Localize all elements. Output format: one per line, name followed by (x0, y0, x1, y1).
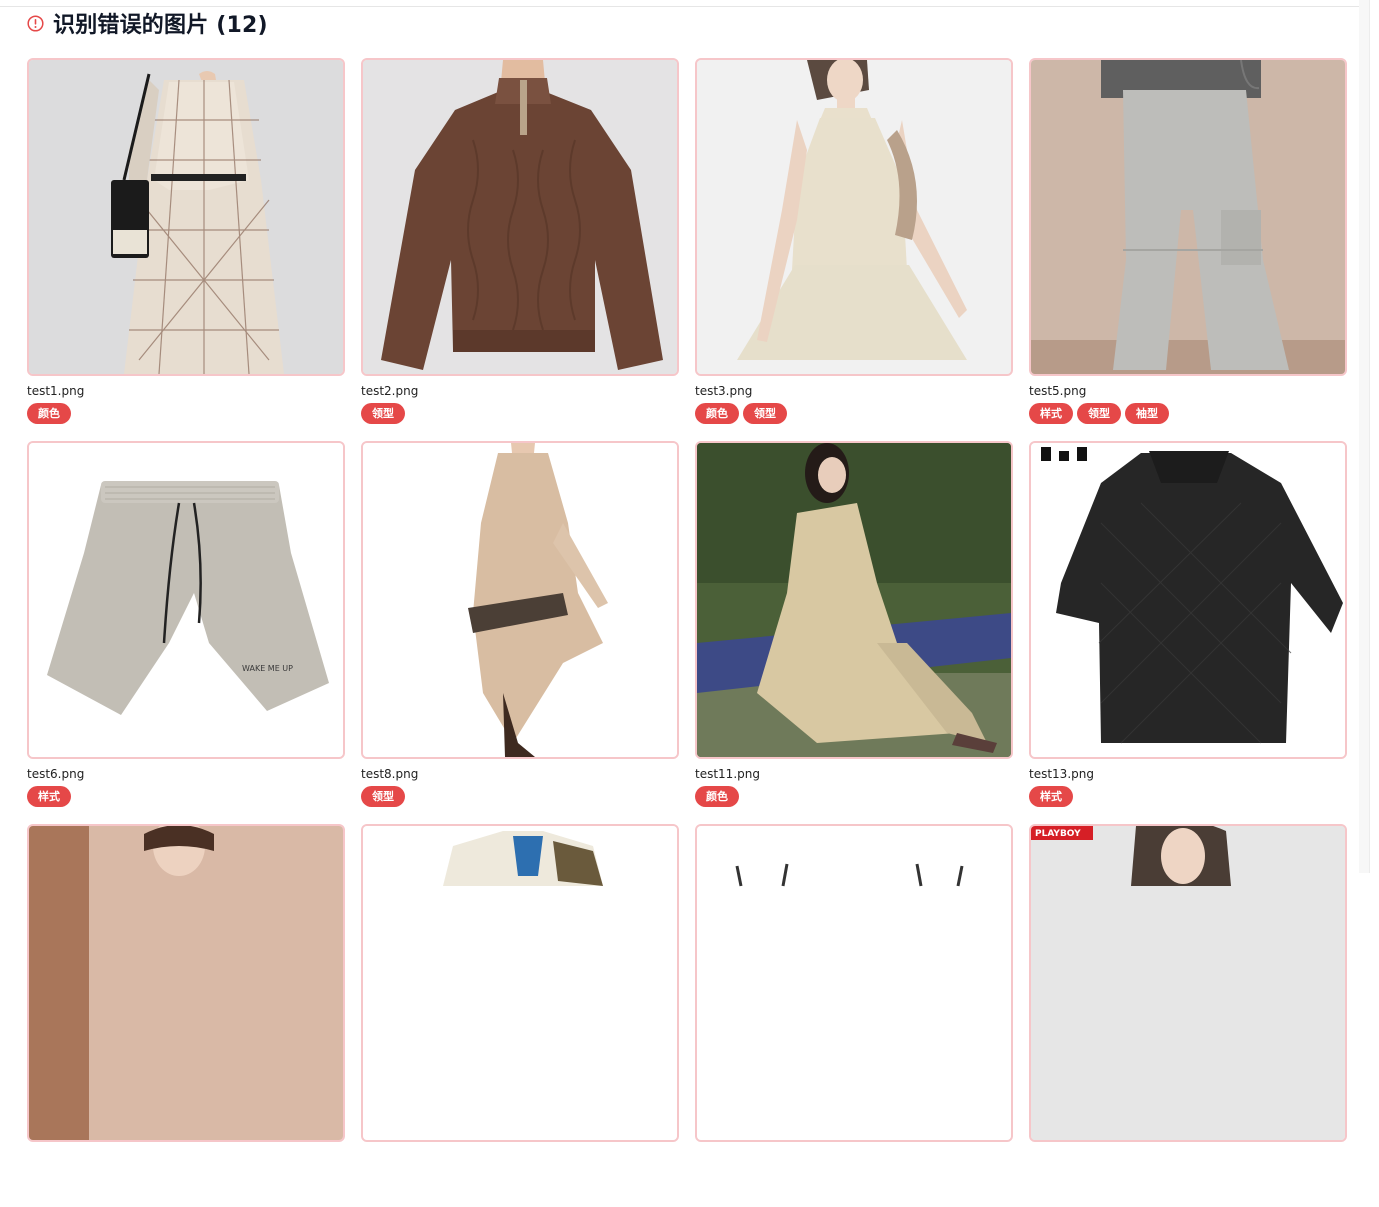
image-filename: test3.png (695, 384, 753, 398)
image-thumbnail[interactable] (361, 441, 679, 759)
image-filename: test11.png (695, 767, 760, 781)
image-thumbnail[interactable] (27, 824, 345, 1142)
peach-top-photo (29, 826, 343, 1140)
image-filename (1029, 1150, 1347, 1165)
khaki-shirt-dress-photo (697, 443, 1011, 757)
brand-label-text: PLAYBOY (1035, 829, 1081, 839)
error-tag: 颜色 (27, 403, 71, 424)
grey-shorts-photo: WAKE ME UP (29, 443, 343, 757)
image-card: test8.png 领型 (361, 441, 679, 824)
image-thumbnail[interactable] (695, 58, 1013, 376)
image-card: test5.png 样式 领型 袖型 (1029, 58, 1347, 441)
image-filename: test13.png (1029, 767, 1094, 781)
model-portrait-photo: PLAYBOY (1031, 826, 1345, 1140)
error-tag: 领型 (743, 403, 787, 424)
error-tag: 袖型 (1125, 403, 1169, 424)
image-card (695, 824, 1013, 1207)
image-card (27, 824, 345, 1207)
vertical-scrollbar[interactable] (1359, 0, 1369, 873)
alert-circle-icon (27, 14, 44, 32)
shorts-print-text: WAKE ME UP (242, 664, 293, 673)
error-tag: 样式 (1029, 786, 1073, 807)
image-card: test13.png 样式 (1029, 441, 1347, 824)
printed-shirt-photo (363, 826, 677, 1140)
image-filename: test6.png (27, 767, 85, 781)
section-title: 识别错误的图片 (12) (53, 13, 268, 38)
image-filename: test8.png (361, 767, 419, 781)
plaid-dress-photo (29, 60, 343, 374)
image-thumbnail[interactable] (695, 824, 1013, 1142)
image-filename: test2.png (361, 384, 419, 398)
tag-list: 样式 (27, 786, 345, 808)
error-tag: 样式 (1029, 403, 1073, 424)
image-card: test1.png 颜色 (27, 58, 345, 441)
brown-knit-sweater-photo (363, 60, 677, 374)
tag-list: 颜色 领型 (695, 403, 1013, 425)
image-card: test3.png 颜色 领型 (695, 58, 1013, 441)
image-card: test11.png 颜色 (695, 441, 1013, 824)
error-tag: 领型 (361, 786, 405, 807)
section-header: 识别错误的图片 (12) (27, 8, 268, 38)
tag-list: 颜色 (27, 403, 345, 425)
image-thumbnail[interactable] (361, 58, 679, 376)
image-card (361, 824, 679, 1207)
image-thumbnail[interactable] (361, 824, 679, 1142)
image-thumbnail[interactable] (1029, 58, 1347, 376)
tag-list: 领型 (361, 786, 679, 808)
image-grid: test1.png 颜色 test2.png 领型 test3.png 颜色 领… (27, 58, 1347, 1207)
image-filename: test5.png (1029, 384, 1087, 398)
error-tag: 颜色 (695, 786, 739, 807)
tag-list: 领型 (361, 403, 679, 425)
image-thumbnail[interactable] (1029, 441, 1347, 759)
cream-halter-dress-photo (697, 60, 1011, 374)
image-card: WAKE ME UP test6.png 样式 (27, 441, 345, 824)
error-tag: 领型 (1077, 403, 1121, 424)
tag-list: 颜色 (695, 786, 1013, 808)
grey-cargo-pants-photo (1031, 60, 1345, 374)
image-thumbnail[interactable] (27, 58, 345, 376)
error-tag: 领型 (361, 403, 405, 424)
error-tag: 颜色 (695, 403, 739, 424)
image-filename (361, 1150, 679, 1165)
tag-list: 样式 (1029, 786, 1347, 808)
image-thumbnail[interactable]: PLAYBOY (1029, 824, 1347, 1142)
image-card: PLAYBOY (1029, 824, 1347, 1207)
error-tag: 样式 (27, 786, 71, 807)
beige-chiffon-dress-photo (363, 443, 677, 757)
tag-list: 样式 领型 袖型 (1029, 403, 1347, 425)
black-textured-polo-photo (1031, 443, 1345, 757)
image-filename: test1.png (27, 384, 85, 398)
image-thumbnail[interactable]: WAKE ME UP (27, 441, 345, 759)
image-thumbnail[interactable] (695, 441, 1013, 759)
image-filename (695, 1150, 1013, 1165)
image-card: test2.png 领型 (361, 58, 679, 441)
hanger-garment-photo (697, 826, 1011, 1140)
page: 识别错误的图片 (12) test1.png 颜色 test2.png 领型 t… (0, 0, 1370, 1142)
image-filename (27, 1150, 345, 1165)
